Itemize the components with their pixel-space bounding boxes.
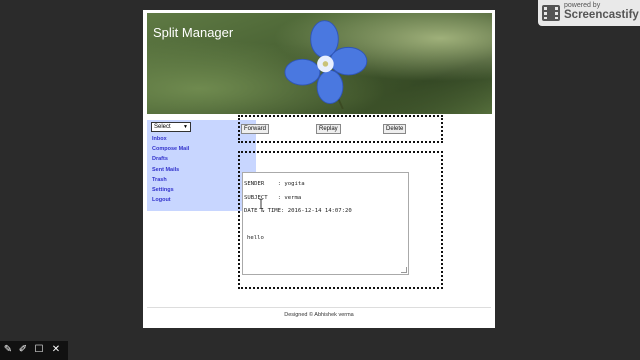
- sidebar-item-sent[interactable]: Sent Mails: [152, 165, 189, 175]
- powered-by-text: powered by: [564, 2, 601, 9]
- folder-select[interactable]: Select ▼: [151, 122, 191, 132]
- action-bar: Forward Replay Delete: [238, 115, 443, 143]
- sidebar-item-settings[interactable]: Settings: [152, 185, 189, 195]
- message-textarea[interactable]: SENDER : yogita SUBJECT : verma DATE & T…: [242, 172, 409, 275]
- mail-page: Split Manager Select ▼ Inbox Compose Mai…: [143, 10, 495, 328]
- footer-divider: [147, 307, 491, 308]
- delete-button[interactable]: Delete: [383, 124, 407, 134]
- replay-button[interactable]: Replay: [316, 124, 341, 134]
- sidebar-item-inbox[interactable]: Inbox: [152, 134, 189, 144]
- folder-select-value: Select: [154, 124, 171, 130]
- sidebar-item-trash[interactable]: Trash: [152, 175, 189, 185]
- flower-image: [284, 20, 368, 109]
- sidebar-menu: Inbox Compose Mail Drafts Sent Mails Tra…: [152, 134, 189, 205]
- pen-icon[interactable]: ✎: [2, 344, 14, 356]
- chevron-down-icon: ▼: [183, 124, 188, 130]
- recording-toolbar: ✎ ✐ ☐ ✕: [0, 341, 68, 360]
- sidebar-item-logout[interactable]: Logout: [152, 195, 189, 205]
- close-icon[interactable]: ✕: [50, 344, 62, 356]
- sidebar-item-compose[interactable]: Compose Mail: [152, 144, 189, 154]
- sidebar-item-drafts[interactable]: Drafts: [152, 154, 189, 164]
- film-icon: [542, 5, 560, 21]
- screencastify-brand: Screencastify: [564, 9, 639, 21]
- highlighter-icon[interactable]: ✐: [17, 344, 29, 356]
- square-icon[interactable]: ☐: [33, 344, 45, 356]
- footer-credit: Designed © Abhishek verma: [284, 312, 354, 318]
- screencastify-badge: powered by Screencastify: [538, 0, 640, 26]
- text-cursor-icon: [259, 199, 263, 209]
- message-panel: SENDER : yogita SUBJECT : verma DATE & T…: [238, 151, 443, 289]
- sender-line: SENDER : yogita: [244, 181, 305, 187]
- header-banner: Split Manager: [147, 13, 492, 114]
- forward-button[interactable]: Forward: [241, 124, 270, 134]
- resize-handle[interactable]: [401, 267, 407, 273]
- subject-line: SUBJECT : verma: [244, 195, 302, 201]
- message-body: hello: [247, 235, 264, 241]
- site-title: Split Manager: [153, 25, 234, 40]
